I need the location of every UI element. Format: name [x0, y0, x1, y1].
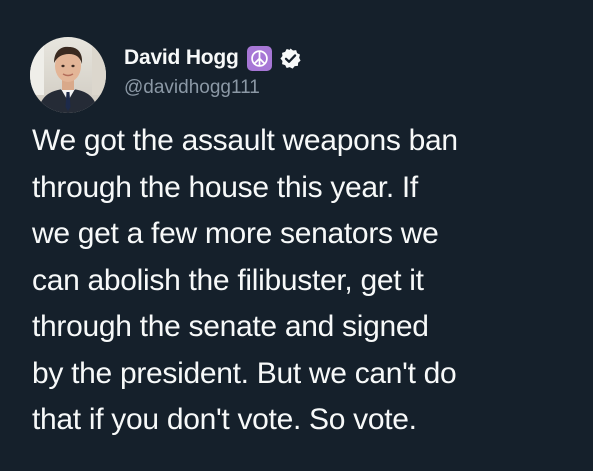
tweet-header: David Hogg @davidhogg111 — [30, 37, 302, 113]
tweet-text: We got the assault weapons ban through t… — [32, 124, 458, 436]
avatar[interactable] — [30, 37, 106, 113]
avatar-photo — [30, 37, 106, 113]
author-names: David Hogg @davidhogg111 — [124, 43, 302, 99]
name-row: David Hogg — [124, 43, 302, 73]
user-handle[interactable]: @davidhogg111 — [124, 77, 302, 99]
verified-badge-icon — [279, 47, 302, 70]
display-name[interactable]: David Hogg — [124, 46, 239, 70]
tweet-card: David Hogg @davidhogg111 We got the assa… — [0, 0, 593, 471]
peace-sign-icon — [246, 45, 272, 71]
